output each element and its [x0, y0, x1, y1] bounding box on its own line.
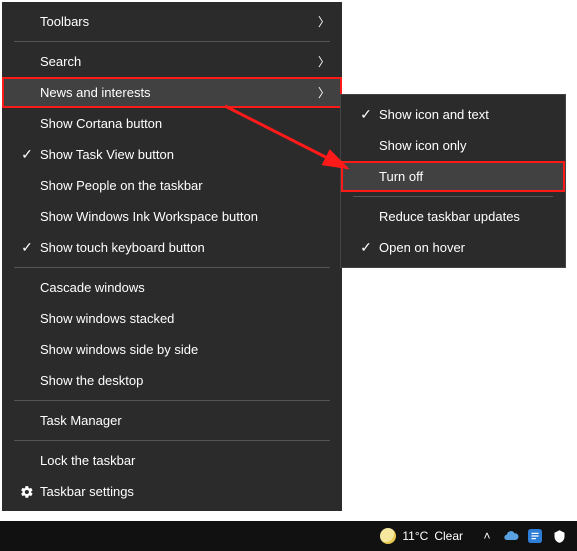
menu-item-show-windows-stacked[interactable]: Show windows stacked — [2, 303, 342, 334]
checkmark-icon: ✓ — [16, 239, 38, 256]
submenu-item-reduce-taskbar-updates[interactable]: Reduce taskbar updates — [341, 201, 565, 232]
submenu-item-label: Reduce taskbar updates — [377, 209, 553, 224]
chevron-right-icon: 〉 — [310, 53, 330, 70]
menu-item-news-and-interests[interactable]: News and interests 〉 — [2, 77, 342, 108]
menu-item-cascade-windows[interactable]: Cascade windows — [2, 272, 342, 303]
menu-separator — [14, 440, 330, 441]
news-and-interests-submenu: ✓ Show icon and text Show icon only Turn… — [340, 94, 566, 268]
menu-item-task-manager[interactable]: Task Manager — [2, 405, 342, 436]
tray-cloud-icon[interactable] — [503, 528, 519, 544]
chevron-right-icon: 〉 — [310, 13, 330, 30]
menu-separator — [353, 196, 553, 197]
menu-item-label: Toolbars — [38, 14, 310, 29]
menu-item-label: Search — [38, 54, 310, 69]
menu-item-label: Show the desktop — [38, 373, 330, 388]
menu-item-taskbar-settings[interactable]: Taskbar settings — [2, 476, 342, 507]
system-tray: ˄ — [473, 528, 573, 544]
weather-condition: Clear — [434, 529, 463, 543]
menu-item-label: Cascade windows — [38, 280, 330, 295]
taskbar-context-menu: Toolbars 〉 Search 〉 News and interests 〉… — [2, 2, 342, 511]
menu-item-show-the-desktop[interactable]: Show the desktop — [2, 365, 342, 396]
checkmark-icon: ✓ — [355, 239, 377, 256]
menu-item-show-windows-side-by-side[interactable]: Show windows side by side — [2, 334, 342, 365]
menu-item-lock-the-taskbar[interactable]: Lock the taskbar — [2, 445, 342, 476]
menu-item-label: Show Task View button — [38, 147, 330, 162]
checkmark-icon: ✓ — [16, 146, 38, 163]
tray-security-icon[interactable] — [551, 528, 567, 544]
menu-item-show-cortana-button[interactable]: Show Cortana button — [2, 108, 342, 139]
menu-item-show-ink-workspace[interactable]: Show Windows Ink Workspace button — [2, 201, 342, 232]
menu-item-label: Show touch keyboard button — [38, 240, 330, 255]
menu-item-toolbars[interactable]: Toolbars 〉 — [2, 6, 342, 37]
checkmark-icon: ✓ — [355, 106, 377, 123]
menu-item-show-touch-keyboard[interactable]: ✓ Show touch keyboard button — [2, 232, 342, 263]
weather-widget[interactable]: 11°C Clear — [370, 521, 473, 551]
menu-item-label: Show Windows Ink Workspace button — [38, 209, 330, 224]
menu-item-label: Lock the taskbar — [38, 453, 330, 468]
menu-separator — [14, 400, 330, 401]
menu-item-show-task-view-button[interactable]: ✓ Show Task View button — [2, 139, 342, 170]
menu-item-label: Show Cortana button — [38, 116, 330, 131]
submenu-item-turn-off[interactable]: Turn off — [341, 161, 565, 192]
submenu-item-label: Show icon and text — [377, 107, 553, 122]
submenu-item-label: Show icon only — [377, 138, 553, 153]
weather-temperature: 11°C — [402, 529, 428, 543]
menu-item-label: Show windows stacked — [38, 311, 330, 326]
tray-chevron-up-icon[interactable]: ˄ — [479, 528, 495, 544]
menu-item-search[interactable]: Search 〉 — [2, 46, 342, 77]
tray-app-icon[interactable] — [527, 528, 543, 544]
submenu-item-label: Open on hover — [377, 240, 553, 255]
gear-icon — [16, 485, 38, 499]
chevron-right-icon: 〉 — [310, 84, 330, 101]
menu-separator — [14, 267, 330, 268]
menu-separator — [14, 41, 330, 42]
taskbar: 11°C Clear ˄ — [0, 521, 577, 551]
menu-item-label: Show People on the taskbar — [38, 178, 330, 193]
submenu-item-show-icon-only[interactable]: Show icon only — [341, 130, 565, 161]
submenu-item-label: Turn off — [377, 169, 553, 184]
menu-item-show-people[interactable]: Show People on the taskbar — [2, 170, 342, 201]
menu-item-label: Task Manager — [38, 413, 330, 428]
submenu-item-open-on-hover[interactable]: ✓ Open on hover — [341, 232, 565, 263]
menu-item-label: News and interests — [38, 85, 310, 100]
submenu-item-show-icon-and-text[interactable]: ✓ Show icon and text — [341, 99, 565, 130]
moon-icon — [380, 528, 396, 544]
menu-item-label: Taskbar settings — [38, 484, 330, 499]
menu-item-label: Show windows side by side — [38, 342, 330, 357]
